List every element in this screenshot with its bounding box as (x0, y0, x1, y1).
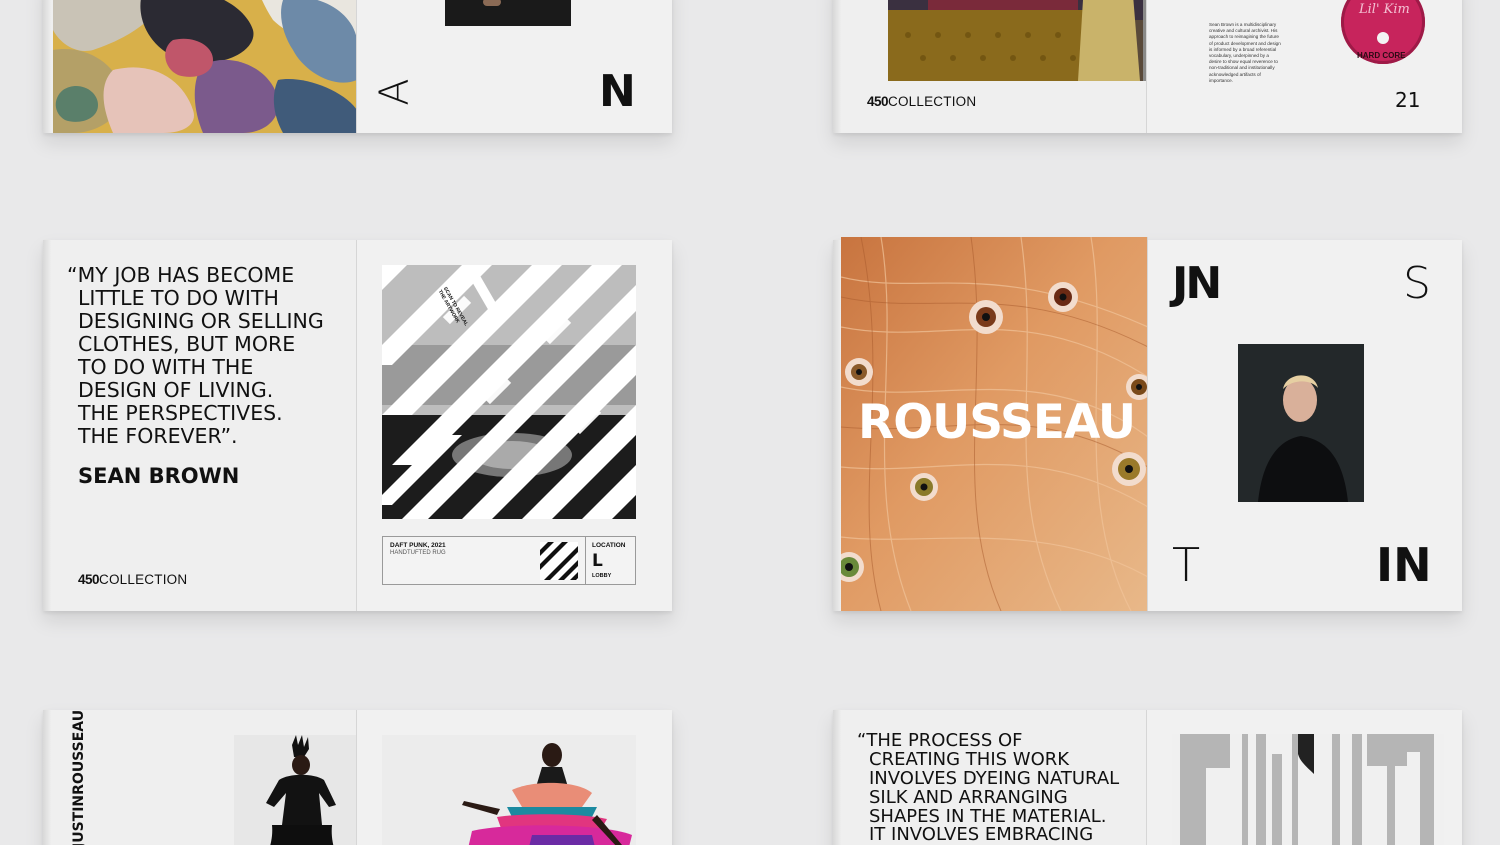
quote-process: “THE PROCESS OF CREATING THIS WORK INVOL… (857, 731, 1120, 845)
page-quote-process: “THE PROCESS OF CREATING THIS WORK INVOL… (841, 710, 1147, 845)
spread-bottom-left: JUSTINROUSSEAU (43, 710, 672, 845)
page-figure-left: JUSTINROUSSEAU (51, 710, 357, 845)
location-label: LOCATION (592, 542, 626, 549)
letter-a: A (371, 78, 418, 106)
portrait-figure (1238, 344, 1364, 502)
page-rousseau-cover: ROUSSEAU (841, 237, 1148, 611)
qr-code-icon[interactable] (540, 542, 578, 580)
quote-line: CREATING THIS WORK (869, 748, 1070, 770)
figure-silhouette (266, 735, 336, 845)
cd-title: Lil' Kim (1359, 2, 1410, 17)
rousseau-title: ROUSSEAU (858, 395, 1136, 450)
spread-bottom-right: “THE PROCESS OF CREATING THIS WORK INVOL… (833, 710, 1462, 845)
page-number: 21 (1395, 88, 1421, 112)
page-rug-abstract (51, 0, 357, 133)
quote-line: TO DO WITH THE (78, 354, 254, 379)
artwork-label-card: DAFT PUNK, 2021 HANDTUFTED RUG LOCATION … (382, 536, 636, 585)
logo-number: 450 (78, 572, 100, 587)
letter-in: IN (1376, 538, 1432, 592)
quote-author: SEAN BROWN (78, 464, 240, 488)
quote-line: LITTLE TO DO WITH (78, 285, 279, 310)
logo-number: 450 (867, 94, 889, 109)
page-quote-sean-brown: “MY JOB HAS BECOME LITTLE TO DO WITH DES… (51, 240, 357, 611)
abstract-rug-image (53, 0, 356, 133)
page-sofa: 450COLLECTION (841, 0, 1147, 133)
cd-subtitle: HARD CORE (1357, 51, 1406, 60)
page-artwork-daft-punk: SCAN TO REVEAL THE ARTWORK DAFT PUNK, 20… (357, 240, 672, 611)
daft-punk-artwork-image (382, 265, 636, 519)
sofa-photo (888, 0, 1146, 81)
spread-top-left: A N (43, 0, 672, 133)
quote-line: DESIGNING OR SELLING (78, 308, 324, 333)
spread-top-right: 450COLLECTION Sean Brown is a multidisci… (833, 0, 1462, 133)
cd-hole (1377, 32, 1389, 44)
figure-photo-dark (234, 735, 356, 845)
letter-jn: JN (1172, 258, 1222, 309)
page-portrait-letters: JN S T IN (1148, 240, 1462, 611)
logo-word: COLLECTION (99, 572, 188, 587)
letter-n: N (599, 66, 636, 117)
quote-line: IT INVOLVES EMBRACING (869, 824, 1094, 845)
location-code: L (592, 551, 603, 571)
logo-word: COLLECTION (888, 94, 977, 109)
location-divider (585, 537, 586, 584)
quote-line: DESIGN OF LIVING. (78, 377, 274, 402)
spread-middle-left: “MY JOB HAS BECOME LITTLE TO DO WITH DES… (43, 240, 672, 611)
spread-middle-right: ROUSSEAU JN S T IN (833, 237, 1462, 611)
abstract-bars-artwork (1172, 734, 1444, 845)
page-abstract-bars (1147, 710, 1462, 845)
brand-logo: 450COLLECTION (867, 94, 976, 109)
letter-s: S (1403, 258, 1431, 309)
page-bio: Sean Brown is a multidisciplinary creati… (1147, 0, 1462, 133)
vertical-title: JUSTINROUSSEAU (71, 710, 87, 845)
bio-text: Sean Brown is a multidisciplinary creati… (1209, 22, 1281, 83)
photo-top-crop (445, 0, 571, 26)
location-name: LOBBY (592, 573, 612, 579)
portrait-photo (1238, 344, 1364, 502)
artwork-medium: HANDTUFTED RUG (390, 550, 446, 556)
letter-t: T (1172, 538, 1201, 592)
cd-disc: Lil' Kim HARD CORE (1341, 0, 1425, 64)
quote-line: THE FOREVER”. (78, 423, 238, 448)
brand-logo: 450COLLECTION (78, 572, 187, 587)
quote-line: SILK AND ARRANGING (869, 786, 1068, 808)
quote-sean-brown: “MY JOB HAS BECOME LITTLE TO DO WITH DES… (67, 264, 324, 448)
artwork-title: DAFT PUNK, 2021 (390, 542, 446, 549)
quote-line: CLOTHES, BUT MORE (78, 331, 296, 356)
quote-line: THE PERSPECTIVES. (78, 400, 283, 425)
page-figure-right (357, 710, 672, 845)
quote-line: “MY JOB HAS BECOME (67, 263, 295, 287)
dancer-figure (462, 743, 632, 845)
quote-line: INVOLVES DYEING NATURAL (869, 767, 1120, 789)
dancer-photo (382, 735, 636, 845)
page-letters: A N (357, 0, 672, 133)
